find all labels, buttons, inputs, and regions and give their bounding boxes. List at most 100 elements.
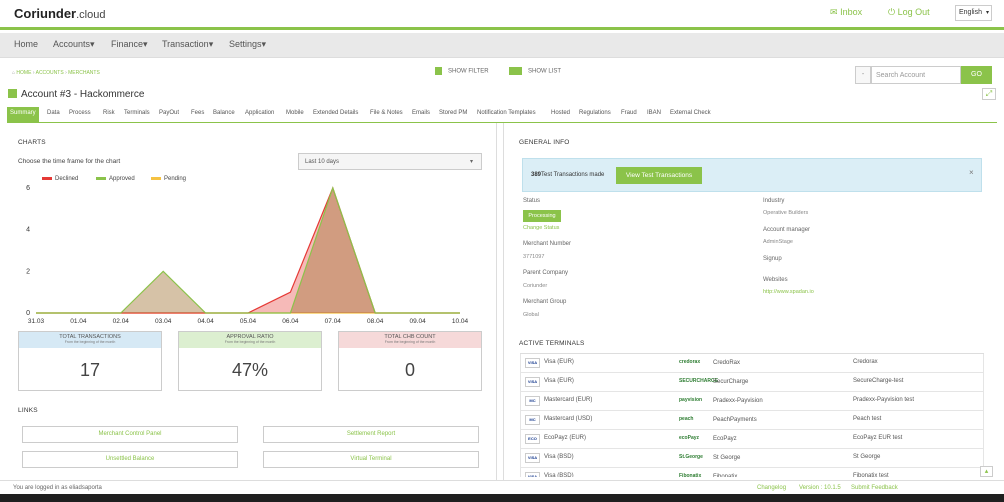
total-chb-card: TOTAL CHB COUNT From the beginning of the… <box>338 331 482 391</box>
nav-transaction[interactable]: Transaction▾ <box>162 39 213 50</box>
show-list-button[interactable]: SHOW LIST <box>509 67 561 75</box>
terminal-payment-method: Visa (EUR) <box>544 359 574 365</box>
breadcrumb: ⌂ HOME › ACCOUNTS › MERCHANTS <box>12 70 100 76</box>
processor-logo: Fibonatix <box>679 473 702 477</box>
card-header: TOTAL CHB COUNT From the beginning of the… <box>339 332 481 348</box>
card-brand-icon: ECO <box>525 434 540 444</box>
tab-file-notes[interactable]: File & Notes <box>370 110 403 116</box>
x-tick-label: 04.04 <box>197 318 214 325</box>
tab-process[interactable]: Process <box>69 110 91 116</box>
terminal-payment-method: Visa (BSD) <box>544 454 574 460</box>
tab-risk[interactable]: Risk <box>103 110 115 116</box>
logout-link[interactable]: ⏻ Log Out <box>888 7 930 18</box>
terminal-row[interactable]: VISA Visa (BSD) Fibonatix Fibonatix Fibonati… <box>520 468 984 477</box>
crumb-home[interactable]: HOME <box>16 70 31 76</box>
inbox-label: Inbox <box>840 7 863 17</box>
terminal-payment-method: EcoPayz (EUR) <box>544 435 587 441</box>
legend-approved[interactable]: Approved <box>96 176 135 182</box>
crumb-merchants[interactable]: MERCHANTS <box>68 70 100 76</box>
legend-declined[interactable]: Declined <box>42 176 78 182</box>
test-label: Test Transactions made <box>541 172 605 178</box>
go-button[interactable]: GO <box>961 66 992 84</box>
websites-label: Websites <box>763 277 788 283</box>
change-status-link[interactable]: Change Status <box>523 225 559 231</box>
tab-regulations[interactable]: Regulations <box>579 110 611 116</box>
search-minus-button[interactable]: - <box>855 66 871 84</box>
tab-summary[interactable]: Summary <box>7 107 39 123</box>
unsettled-balance-link[interactable]: Unsettled Balance <box>22 451 238 468</box>
tab-terminals[interactable]: Terminals <box>124 110 150 116</box>
timeframe-select[interactable]: Last 10 days ▾ <box>298 153 482 170</box>
terminal-processor: Pradexx-Payvision <box>713 398 763 404</box>
tab-extended-details[interactable]: Extended Details <box>313 110 358 116</box>
list-icon <box>509 67 522 75</box>
nav-transaction-label: Transaction <box>162 39 209 49</box>
terminal-row[interactable]: VISA Visa (EUR) SECURCHARGE SecurCharge Secu… <box>520 373 984 392</box>
settlement-report-link[interactable]: Settlement Report <box>263 426 479 443</box>
tab-notification-templates[interactable]: Notification Templates <box>477 110 536 116</box>
tab-fees[interactable]: Fees <box>191 110 204 116</box>
tab-balance[interactable]: Balance <box>213 110 235 116</box>
tab-fraud[interactable]: Fraud <box>621 110 637 116</box>
test-transactions-text: 389Test Transactions made <box>531 172 604 178</box>
tab-stored-pm[interactable]: Stored PM <box>439 110 467 116</box>
nav-settings-label: Settings <box>229 39 262 49</box>
tab-emails[interactable]: Emails <box>412 110 430 116</box>
merchant-number-label: Merchant Number <box>523 241 572 247</box>
legend-pending[interactable]: Pending <box>151 176 186 182</box>
terminal-row[interactable]: MC Mastercard (EUR) payvision Pradexx-Payvi… <box>520 392 984 411</box>
logo[interactable]: Coriunder.cloud <box>14 6 105 21</box>
y-tick-label: 4 <box>26 227 30 234</box>
nav-accounts[interactable]: Accounts▾ <box>53 39 95 50</box>
filter-icon <box>435 67 442 75</box>
processor-logo: credorax <box>679 359 701 365</box>
website-link[interactable]: http://www.spadan.io <box>763 289 814 295</box>
x-tick-label: 08.04 <box>367 318 384 325</box>
links-heading: LINKS <box>18 407 38 414</box>
changelog-link[interactable]: Changelog <box>757 485 786 491</box>
x-tick-label: 07.04 <box>325 318 342 325</box>
view-test-transactions-button[interactable]: View Test Transactions <box>616 167 702 184</box>
virtual-terminal-link[interactable]: Virtual Terminal <box>263 451 479 468</box>
nav-finance[interactable]: Finance▾ <box>111 39 148 50</box>
inbox-link[interactable]: ✉ Inbox <box>830 7 862 18</box>
terminal-name: Credorax <box>853 359 878 365</box>
nav-accounts-label: Accounts <box>53 39 91 49</box>
logged-in-text: You are logged in as eliadsaporta <box>13 485 102 491</box>
language-select[interactable]: English ▾ <box>955 5 992 21</box>
nav-home[interactable]: Home <box>14 39 38 49</box>
card-brand-icon: VISA <box>525 377 540 387</box>
tab-iban[interactable]: IBAN <box>647 110 661 116</box>
main-nav: Home Accounts▾ Finance▾ Transaction▾ Set… <box>0 33 1004 58</box>
expand-icon[interactable]: ⤢ <box>982 88 996 100</box>
tab-external-check[interactable]: External Check <box>670 110 711 116</box>
terminal-name: Fibonatix test <box>853 473 889 477</box>
general-info-heading: GENERAL INFO <box>519 139 570 146</box>
terminal-row[interactable]: VISA Visa (EUR) credorax CredoRax Credorax <box>520 354 984 373</box>
terminal-payment-method: Visa (EUR) <box>544 378 574 384</box>
show-filter-button[interactable]: SHOW FILTER <box>435 67 489 75</box>
tab-payout[interactable]: PayOut <box>159 110 179 116</box>
terminal-processor: EcoPayz <box>713 436 737 442</box>
close-icon[interactable]: × <box>969 168 974 177</box>
search-input[interactable]: Search Account <box>871 66 961 84</box>
terminal-name: EcoPayz EUR test <box>853 435 903 441</box>
merchant-control-panel-link[interactable]: Merchant Control Panel <box>22 426 238 443</box>
crumb-accounts[interactable]: ACCOUNTS <box>36 70 64 76</box>
card-brand-icon: VISA <box>525 358 540 368</box>
scroll-up-icon[interactable]: ▴ <box>980 466 993 477</box>
tab-mobile[interactable]: Mobile <box>286 110 304 116</box>
tab-hosted[interactable]: Hosted <box>551 110 570 116</box>
caret-down-icon: ▾ <box>208 39 214 49</box>
tab-application[interactable]: Application <box>245 110 274 116</box>
terminal-row[interactable]: MC Mastercard (USD) peach PeachPayments Peac… <box>520 411 984 430</box>
terminal-row[interactable]: ECO EcoPayz (EUR) ecoPayz EcoPayz EcoPayz EU… <box>520 430 984 449</box>
y-tick-label: 2 <box>26 268 30 275</box>
nav-settings[interactable]: Settings▾ <box>229 39 266 50</box>
industry-value: Operative Builders <box>763 210 809 216</box>
terminal-row[interactable]: VISA Visa (BSD) St.George St George St Georg… <box>520 449 984 468</box>
terminal-payment-method: Mastercard (USD) <box>544 416 593 422</box>
caret-down-icon: ▾ <box>90 39 95 49</box>
submit-feedback-link[interactable]: Submit Feedback <box>851 485 898 491</box>
tab-data[interactable]: Data <box>47 110 60 116</box>
